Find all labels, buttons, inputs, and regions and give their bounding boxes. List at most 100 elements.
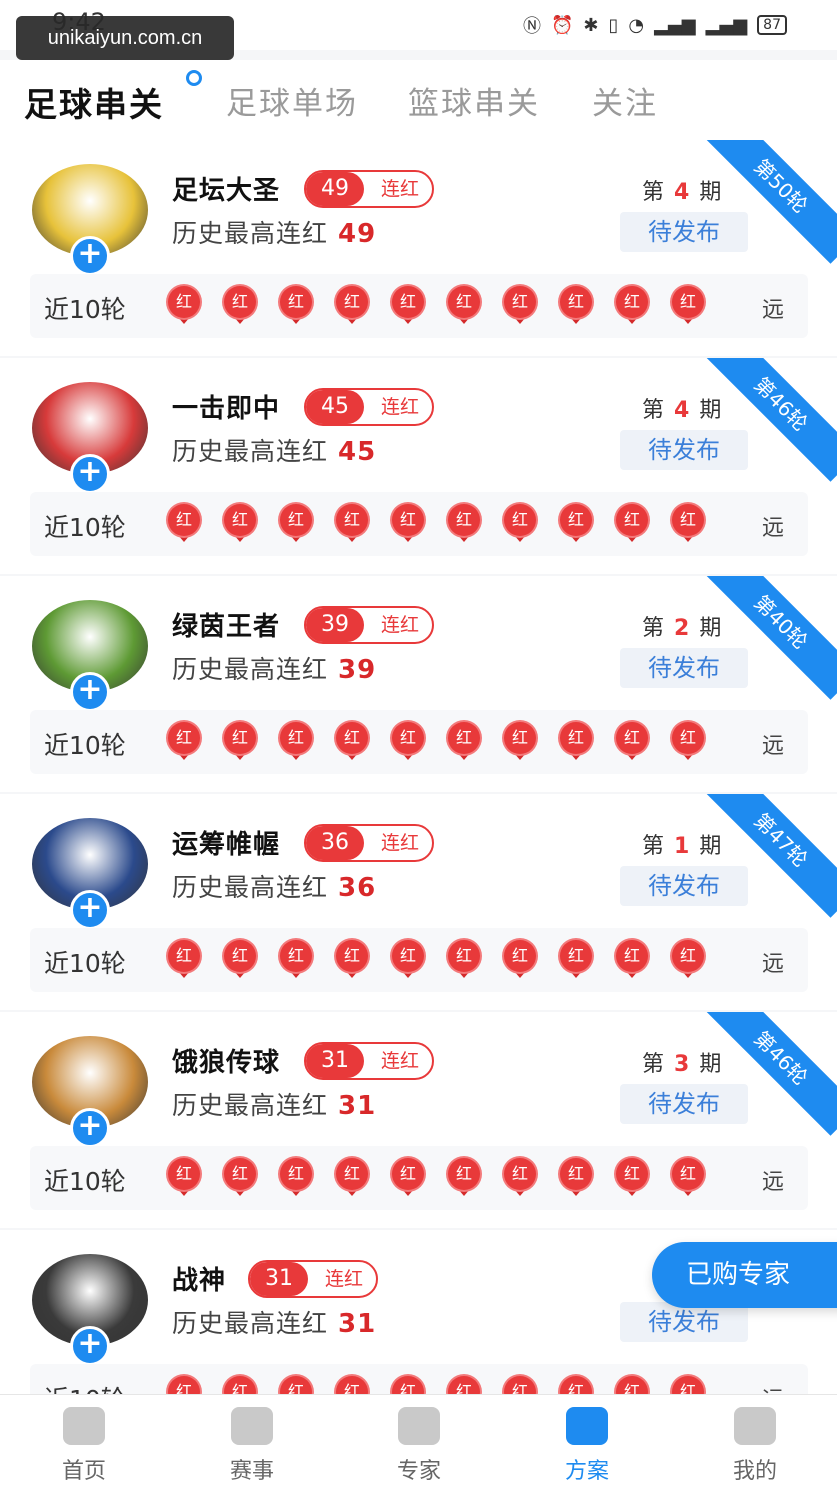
history-value: 45 (338, 437, 377, 467)
recent-label: 近10轮 (44, 949, 126, 978)
expert-card[interactable]: + 一击即中 45 连红 历史最高连红 45 第 4 期待发布 第46轮 近10轮红红红红红红红红红… (0, 358, 837, 574)
expert-name[interactable]: 绿茵王者 (172, 606, 280, 643)
recent-rounds: 近10轮红红红红红红红红红红远 (30, 928, 808, 992)
history-label: 历史最高连红 (172, 655, 329, 684)
pending-publish-button[interactable]: 待发布 (620, 1302, 748, 1342)
streak-label: 连红 (380, 178, 419, 200)
red-result-icon: 红 (556, 504, 596, 544)
nav-home[interactable]: 首页 (24, 1401, 144, 1489)
streak-badge: 39 连红 (304, 606, 434, 644)
red-result-icon: 红 (556, 940, 596, 980)
red-result-icon: 红 (332, 504, 372, 544)
expert-name[interactable]: 战神 (172, 1260, 226, 1297)
nav-plans[interactable]: 方案 (527, 1401, 647, 1489)
bought-experts-button[interactable]: 已购专家 (652, 1242, 837, 1308)
streak-label: 连红 (380, 1050, 419, 1072)
pending-publish-button[interactable]: 待发布 (620, 1084, 748, 1124)
period-indicator: 第2期 (642, 610, 721, 642)
badge-label: 红 (168, 286, 200, 318)
red-result-icon: 红 (668, 722, 708, 762)
badge-label: 红 (616, 1158, 648, 1190)
follow-plus-button[interactable]: + (70, 672, 110, 712)
period-prefix: 第 (642, 180, 665, 205)
follow-plus-button[interactable]: + (70, 236, 110, 276)
red-result-icon: 红 (388, 286, 428, 326)
red-result-icon: 红 (668, 1158, 708, 1198)
red-result-icon: 红 (444, 504, 484, 544)
follow-plus-button[interactable]: + (70, 1326, 110, 1366)
red-result-icon: 红 (612, 286, 652, 326)
badge-label: 红 (168, 1158, 200, 1190)
badge-label: 红 (336, 1158, 368, 1190)
badge-label: 红 (560, 722, 592, 754)
tab-football-single[interactable]: 足球单场 (226, 78, 358, 123)
red-result-icon: 红 (164, 722, 204, 762)
nfc-icon: Ⓝ (522, 16, 541, 37)
expert-card[interactable]: + 饿狼传球 31 连红 历史最高连红 31 第 3 期待发布 第46轮 近10轮红红红红红红红红红… (0, 1012, 837, 1228)
badge-label: 红 (168, 940, 200, 972)
period-number: 1 (674, 834, 690, 859)
history-value: 31 (338, 1091, 377, 1121)
expert-card[interactable]: + 足坛大圣 49 连红 历史最高连红 49 第 4 期待发布 第50轮 近10轮红红红红红红红红红… (0, 140, 837, 356)
expert-card[interactable]: + 绿茵王者 39 连红 历史最高连红 39 第 2 期待发布 第40轮 近10轮红红红红红红红红红… (0, 576, 837, 792)
active-tab-dot-icon (186, 70, 202, 86)
tab-basketball-parlay[interactable]: 篮球串关 (408, 78, 540, 123)
tab-football-parlay[interactable]: 足球串关 (24, 78, 164, 126)
badge-label: 红 (504, 1158, 536, 1190)
far-label: 远 (761, 952, 784, 977)
nav-matches[interactable]: 赛事 (192, 1401, 312, 1489)
history-streak: 历史最高连红 31 (172, 1086, 376, 1122)
period-indicator: 第4期 (642, 174, 721, 206)
badge-label: 红 (616, 286, 648, 318)
pending-publish-button[interactable]: 待发布 (620, 212, 748, 252)
follow-plus-button[interactable]: + (70, 1108, 110, 1148)
badge-label: 红 (336, 722, 368, 754)
red-result-icon: 红 (164, 940, 204, 980)
expert-name[interactable]: 足坛大圣 (172, 170, 280, 207)
badge-label: 红 (672, 286, 704, 318)
period-number: 4 (674, 398, 690, 423)
expert-icon (398, 1407, 440, 1445)
badge-label: 红 (672, 1158, 704, 1190)
red-result-icon: 红 (500, 286, 540, 326)
badge-label: 红 (448, 1158, 480, 1190)
red-result-icon: 红 (556, 286, 596, 326)
pending-publish-button[interactable]: 待发布 (620, 430, 748, 470)
red-result-icon: 红 (332, 940, 372, 980)
streak-count: 39 (306, 608, 364, 642)
expert-name[interactable]: 一击即中 (172, 388, 280, 425)
badge-label: 红 (336, 504, 368, 536)
nav-profile[interactable]: 我的 (695, 1401, 815, 1489)
badge-label: 红 (392, 286, 424, 318)
expert-name[interactable]: 运筹帷幄 (172, 824, 280, 861)
badge-label: 红 (504, 940, 536, 972)
nav-experts[interactable]: 专家 (359, 1401, 479, 1489)
badge-label: 红 (448, 504, 480, 536)
expert-card[interactable]: + 运筹帷幄 36 连红 历史最高连红 36 第 1 期待发布 第47轮 近10轮红红红红红红红红红… (0, 794, 837, 1010)
far-label: 远 (761, 734, 784, 759)
badge-label: 红 (560, 1158, 592, 1190)
pending-publish-button[interactable]: 待发布 (620, 648, 748, 688)
streak-label: 连红 (380, 832, 419, 854)
badge-label: 红 (616, 504, 648, 536)
red-result-icon: 红 (276, 504, 316, 544)
red-result-icon: 红 (612, 722, 652, 762)
badge-label: 红 (392, 1158, 424, 1190)
follow-plus-button[interactable]: + (70, 890, 110, 930)
period-suffix: 期 (699, 616, 722, 641)
tab-follow[interactable]: 关注 (592, 78, 658, 123)
badge-label: 红 (448, 940, 480, 972)
pending-publish-button[interactable]: 待发布 (620, 866, 748, 906)
badge-label: 红 (392, 722, 424, 754)
red-result-icon: 红 (276, 722, 316, 762)
expert-name[interactable]: 饿狼传球 (172, 1042, 280, 1079)
badge-label: 红 (672, 940, 704, 972)
badge-label: 红 (560, 940, 592, 972)
plan-icon (566, 1407, 608, 1445)
streak-count: 36 (306, 826, 364, 860)
follow-plus-button[interactable]: + (70, 454, 110, 494)
red-result-icon: 红 (500, 940, 540, 980)
history-streak: 历史最高连红 45 (172, 432, 376, 468)
bottom-nav: 首页 赛事 专家 方案 我的 (0, 1394, 837, 1489)
recent-rounds: 近10轮红红红红红红红红红红远 (30, 274, 808, 338)
